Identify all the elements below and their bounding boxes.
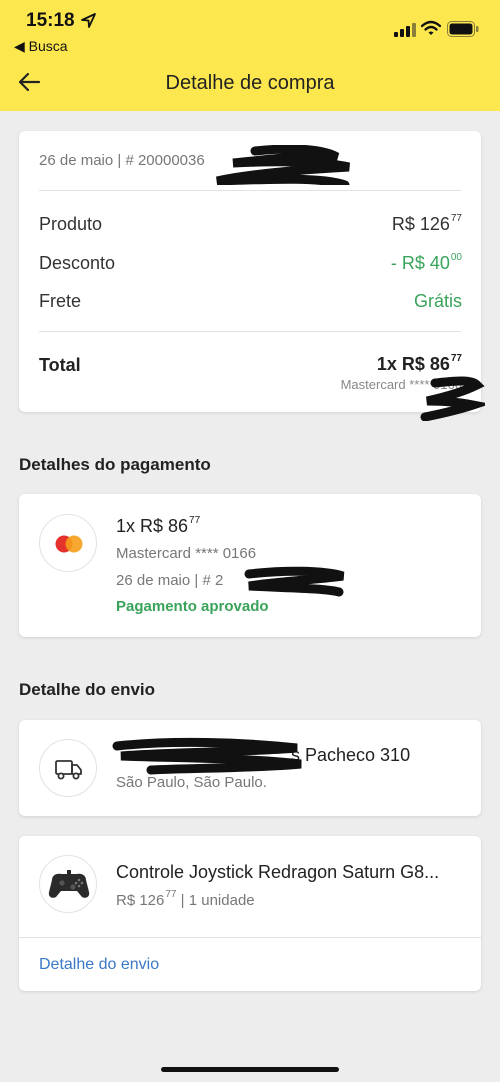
gamepad-icon (48, 870, 90, 898)
page-title: Detalhe de compra (165, 72, 335, 94)
mastercard-icon (55, 535, 83, 553)
discount-value: - R$ 4000 (390, 252, 462, 273)
redaction-scribble (420, 376, 485, 421)
total-value: 1x R$ 8677 (376, 353, 462, 374)
truck-icon-wrapper (39, 739, 97, 797)
total-label: Total (39, 355, 81, 375)
shipping-fee-label: Frete (39, 291, 82, 311)
battery-icon (447, 21, 479, 37)
status-time: 15:18 (26, 10, 75, 31)
back-to-app-link[interactable]: ◀ Busca (14, 38, 68, 55)
product-card: Controle Joystick Redragon Saturn G8... … (19, 836, 481, 991)
payment-amount: 1x R$ 8677 (116, 515, 201, 536)
payment-card: 1x R$ 8677 Mastercard **** 0166 26 de ma… (19, 494, 481, 637)
app-header: 15:18 ◀ Busca Detalhe de compra (0, 0, 500, 111)
discount-label: Desconto (39, 253, 116, 273)
product-price-and-quantity: R$ 12677 | 1 unidade (116, 889, 255, 909)
product-value: R$ 12677 (391, 213, 462, 234)
home-indicator[interactable] (161, 1067, 339, 1072)
product-label: Produto (39, 214, 103, 234)
payment-status: Pagamento aprovado (116, 598, 269, 615)
summary-divider-bottom (39, 331, 461, 332)
redaction-scribble (244, 566, 345, 597)
payment-section-title: Detalhes do pagamento (19, 455, 211, 474)
cellular-signal-icon (394, 23, 416, 37)
wifi-icon (421, 20, 441, 35)
shipping-city: São Paulo, São Paulo. (116, 774, 267, 791)
product-divider (19, 937, 481, 938)
shipping-section-title: Detalhe do envio (19, 680, 156, 699)
redaction-scribble (216, 145, 351, 185)
shipping-card: s Pacheco 310 São Paulo, São Paulo. (19, 720, 481, 816)
summary-divider-top (39, 190, 461, 191)
purchase-summary-card: 26 de maio | # 20000036 Produto R$ 12677… (19, 131, 485, 421)
shipping-fee-value: Grátis (413, 291, 462, 311)
truck-icon (55, 760, 82, 780)
order-date-and-number: 26 de maio | # 20000036 (39, 152, 205, 169)
product-name: Controle Joystick Redragon Saturn G8... (116, 862, 440, 882)
payment-card-number: Mastercard **** 0166 (116, 545, 257, 562)
location-arrow-icon (81, 13, 96, 28)
mastercard-icon-wrapper (39, 514, 97, 572)
payment-date-and-number: 26 de maio | # 2 (116, 572, 224, 589)
shipping-detail-link[interactable]: Detalhe do envio (39, 956, 159, 974)
gamepad-icon-wrapper (39, 855, 97, 913)
